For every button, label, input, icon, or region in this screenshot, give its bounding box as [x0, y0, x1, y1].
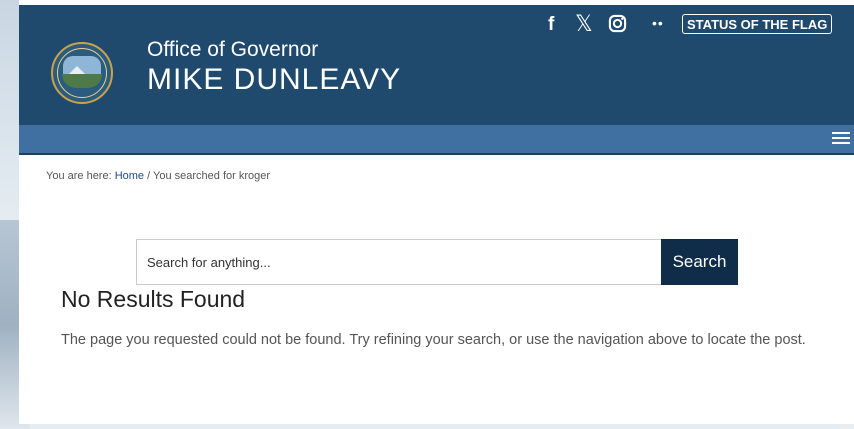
facebook-icon[interactable]: f: [548, 14, 554, 36]
search-button[interactable]: Search: [661, 239, 738, 285]
site-subtitle[interactable]: Office of Governor: [147, 38, 318, 62]
instagram-icon[interactable]: [608, 14, 627, 33]
navigation-bar: [19, 125, 854, 155]
no-results-message: The page you requested could not be foun…: [61, 332, 806, 348]
breadcrumb: You are here: Home / You searched for kr…: [46, 170, 270, 182]
site-header: Office of Governor MIKE DUNLEAVY f 𝕏 •• …: [19, 5, 854, 125]
no-results-heading: No Results Found: [61, 286, 246, 312]
status-of-flag-button[interactable]: STATUS OF THE FLAG: [682, 14, 833, 34]
search-input[interactable]: [137, 240, 661, 284]
x-twitter-icon[interactable]: 𝕏: [575, 11, 593, 37]
menu-hamburger-icon[interactable]: [832, 132, 850, 147]
page-container: Office of Governor MIKE DUNLEAVY f 𝕏 •• …: [19, 0, 854, 424]
more-icon[interactable]: ••: [652, 15, 664, 31]
breadcrumb-prefix: You are here:: [46, 170, 115, 182]
search-field: [136, 239, 662, 285]
site-title[interactable]: MIKE DUNLEAVY: [147, 63, 401, 97]
state-seal-logo[interactable]: [51, 42, 113, 104]
breadcrumb-current: You searched for kroger: [153, 170, 271, 182]
breadcrumb-separator: /: [144, 170, 154, 182]
breadcrumb-home-link[interactable]: Home: [115, 170, 144, 182]
